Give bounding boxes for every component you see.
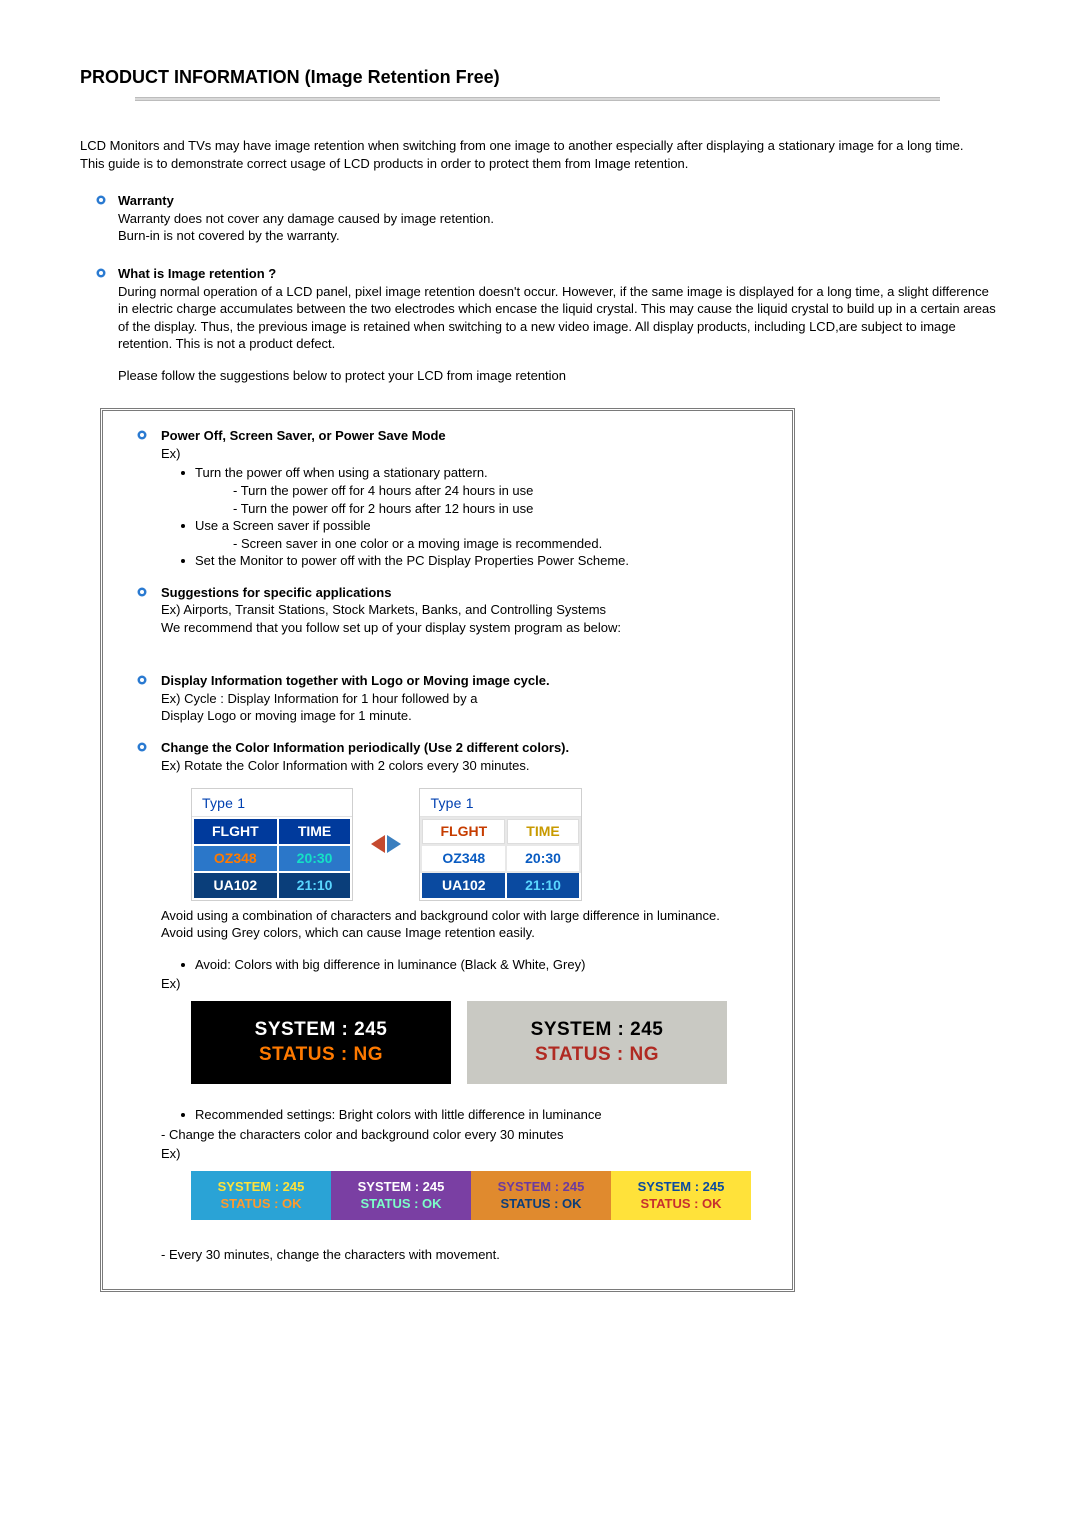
retention-title: What is Image retention ? <box>118 265 1000 283</box>
avoid-bullet: Avoid: Colors with big difference in lum… <box>195 957 585 972</box>
rec-bullet: Recommended settings: Bright colors with… <box>195 1107 602 1122</box>
type1-caption-b: Type 1 <box>420 789 580 817</box>
bullet-icon <box>137 430 147 440</box>
displayinfo-line2: Display Logo or moving image for 1 minut… <box>161 707 786 725</box>
page-title: PRODUCT INFORMATION (Image Retention Fre… <box>80 65 1000 89</box>
type1-table-a: Type 1 FLGHTTIME OZ34820:30 UA10221:10 <box>191 788 353 901</box>
bullet-icon <box>137 587 147 597</box>
suggestions-line2: We recommend that you follow set up of y… <box>161 619 786 637</box>
poweroff-b1s1: Turn the power off for 4 hours after 24 … <box>233 482 786 500</box>
poweroff-b1s2: Turn the power off for 2 hours after 12 … <box>233 500 786 518</box>
section-changecolor: Change the Color Information periodicall… <box>109 739 786 1263</box>
rec-dash: Change the characters color and backgrou… <box>161 1126 786 1144</box>
avoid-panels: SYSTEM : 245 STATUS : NG SYSTEM : 245 ST… <box>191 1001 786 1084</box>
t1a-r1c2: 20:30 <box>278 845 352 872</box>
title-divider <box>80 97 1000 101</box>
bullet-icon <box>96 268 106 278</box>
avoid-panel-dark: SYSTEM : 245 STATUS : NG <box>191 1001 451 1084</box>
bullet-icon <box>137 742 147 752</box>
rec3-sys: SYSTEM : 245 <box>471 1178 611 1196</box>
suggestions-box: Power Off, Screen Saver, or Power Save M… <box>100 408 795 1292</box>
t1a-hdr-time: TIME <box>278 818 352 845</box>
type1-table-b: Type 1 FLGHTTIME OZ34820:30 UA10221:10 <box>419 788 581 901</box>
suggestions-title: Suggestions for specific applications <box>161 584 786 602</box>
swap-arrows-icon <box>371 835 401 853</box>
t1b-r2c2: 21:10 <box>506 872 580 899</box>
changecolor-line1: Ex) Rotate the Color Information with 2 … <box>161 757 786 775</box>
intro-text: LCD Monitors and TVs may have image rete… <box>80 137 1000 172</box>
warranty-title: Warranty <box>118 192 1000 210</box>
section-poweroff: Power Off, Screen Saver, or Power Save M… <box>109 427 786 569</box>
changecolor-title: Change the Color Information periodicall… <box>161 739 786 757</box>
section-suggestions: Suggestions for specific applications Ex… <box>109 584 786 637</box>
avoid-text-1: Avoid using a combination of characters … <box>161 907 786 925</box>
avoid-a-sys: SYSTEM : 245 <box>191 1017 451 1043</box>
rec2-sys: SYSTEM : 245 <box>331 1178 471 1196</box>
warranty-body: Warranty does not cover any damage cause… <box>118 210 1000 245</box>
retention-body: During normal operation of a LCD panel, … <box>118 283 1000 353</box>
poweroff-ex: Ex) <box>161 445 786 463</box>
avoid-b-sys: SYSTEM : 245 <box>467 1017 727 1043</box>
poweroff-b3: Set the Monitor to power off with the PC… <box>195 553 629 568</box>
retention-follow: Please follow the suggestions below to p… <box>118 367 1000 385</box>
rec1-stat: STATUS : OK <box>191 1195 331 1213</box>
t1b-r1c2: 20:30 <box>506 845 580 872</box>
avoid-text-2: Avoid using Grey colors, which can cause… <box>161 924 786 942</box>
rec4-sys: SYSTEM : 245 <box>611 1178 751 1196</box>
rec1-sys: SYSTEM : 245 <box>191 1178 331 1196</box>
type1-caption-a: Type 1 <box>192 789 352 817</box>
intro-line-2: This guide is to demonstrate correct usa… <box>80 155 1000 173</box>
section-warranty: Warranty Warranty does not cover any dam… <box>80 192 1000 245</box>
warranty-line-2: Burn-in is not covered by the warranty. <box>118 227 1000 245</box>
rec-cell-3: SYSTEM : 245 STATUS : OK <box>471 1171 611 1220</box>
type1-illustration: Type 1 FLGHTTIME OZ34820:30 UA10221:10 T… <box>191 788 786 901</box>
poweroff-b2s1: Screen saver in one color or a moving im… <box>233 535 786 553</box>
displayinfo-line1: Ex) Cycle : Display Information for 1 ho… <box>161 690 786 708</box>
avoid-b-status: STATUS : NG <box>467 1042 727 1068</box>
bullet-icon <box>137 675 147 685</box>
section-retention: What is Image retention ? During normal … <box>80 265 1000 384</box>
suggestions-line1: Ex) Airports, Transit Stations, Stock Ma… <box>161 601 786 619</box>
t1b-r1c1: OZ348 <box>421 845 506 872</box>
poweroff-b2: Use a Screen saver if possible <box>195 518 371 533</box>
t1a-hdr-flight: FLGHT <box>193 818 278 845</box>
t1b-hdr-time: TIME <box>506 818 580 845</box>
t1b-hdr-flight: FLGHT <box>421 818 506 845</box>
rec3-stat: STATUS : OK <box>471 1195 611 1213</box>
rec-ex-label: Ex) <box>161 1145 786 1163</box>
rec-bullet-list: Recommended settings: Bright colors with… <box>161 1106 786 1124</box>
bullet-icon <box>96 195 106 205</box>
t1a-r2c1: UA102 <box>193 872 278 899</box>
poweroff-b1: Turn the power off when using a stationa… <box>195 465 488 480</box>
section-displayinfo: Display Information together with Logo o… <box>109 672 786 725</box>
t1b-r2c1: UA102 <box>421 872 506 899</box>
rec-cell-1: SYSTEM : 245 STATUS : OK <box>191 1171 331 1220</box>
avoid-a-status: STATUS : NG <box>191 1042 451 1068</box>
avoid-panel-grey: SYSTEM : 245 STATUS : NG <box>467 1001 727 1084</box>
rec-cell-2: SYSTEM : 245 STATUS : OK <box>331 1171 471 1220</box>
final-note: Every 30 minutes, change the characters … <box>161 1246 786 1264</box>
t1a-r1c1: OZ348 <box>193 845 278 872</box>
avoid-ex-label: Ex) <box>161 975 786 993</box>
warranty-line-1: Warranty does not cover any damage cause… <box>118 210 1000 228</box>
avoid-bullet-list: Avoid: Colors with big difference in lum… <box>161 956 786 974</box>
rec2-stat: STATUS : OK <box>331 1195 471 1213</box>
displayinfo-title: Display Information together with Logo o… <box>161 672 786 690</box>
intro-line-1: LCD Monitors and TVs may have image rete… <box>80 137 1000 155</box>
poweroff-title: Power Off, Screen Saver, or Power Save M… <box>161 427 786 445</box>
rec-color-strip: SYSTEM : 245 STATUS : OK SYSTEM : 245 ST… <box>191 1171 786 1220</box>
rec4-stat: STATUS : OK <box>611 1195 751 1213</box>
rec-cell-4: SYSTEM : 245 STATUS : OK <box>611 1171 751 1220</box>
poweroff-list: Turn the power off when using a stationa… <box>161 464 786 569</box>
t1a-r2c2: 21:10 <box>278 872 352 899</box>
